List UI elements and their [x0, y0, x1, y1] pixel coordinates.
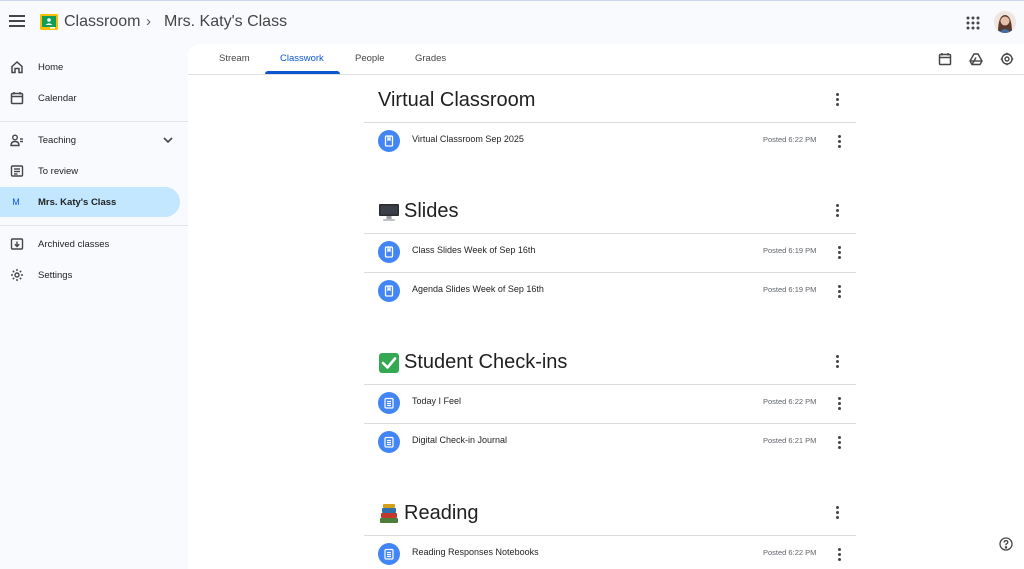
sidebar: Home Calendar Teaching To review M Mrs. … — [0, 44, 188, 569]
material-icon — [378, 280, 400, 302]
sidebar-item-archived-classes[interactable]: Archived classes — [0, 229, 180, 259]
item-title: Agenda Slides Week of Sep 16th — [412, 284, 544, 294]
item-title: Reading Responses Notebooks — [412, 547, 539, 557]
chevron-down-icon[interactable] — [162, 134, 174, 146]
item-title: Class Slides Week of Sep 16th — [412, 245, 536, 255]
main-menu-icon[interactable] — [8, 12, 26, 30]
material-icon — [378, 241, 400, 263]
class-settings-gear-icon[interactable] — [1000, 52, 1014, 66]
class-letter-icon: M — [12, 197, 20, 207]
topic-more-options-icon[interactable] — [834, 354, 840, 368]
sidebar-item-mrs-katys-class[interactable]: M Mrs. Katy's Class — [0, 187, 180, 217]
sidebar-item-home[interactable]: Home — [0, 52, 180, 82]
sidebar-divider — [0, 121, 188, 122]
classroom-logo-icon[interactable] — [40, 14, 58, 30]
topic-title-text: Reading — [404, 502, 479, 524]
breadcrumb-chevron-icon: › — [146, 13, 151, 30]
google-apps-icon[interactable] — [966, 16, 980, 30]
to-review-icon — [10, 165, 24, 177]
class-title[interactable]: Mrs. Katy's Class — [164, 13, 287, 31]
topic-title-text: Student Check-ins — [404, 351, 568, 373]
item-posted-time: Posted 6:19 PM — [763, 246, 817, 255]
teaching-icon — [10, 134, 23, 147]
item-posted-time: Posted 6:19 PM — [763, 285, 817, 294]
sidebar-item-label: Archived classes — [38, 238, 110, 250]
drive-folder-icon[interactable] — [969, 52, 983, 66]
sidebar-item-to-review[interactable]: To review — [0, 156, 180, 186]
item-title: Digital Check-in Journal — [412, 435, 508, 445]
topic-more-options-icon[interactable] — [834, 203, 840, 217]
topic-title-text: Slides — [404, 200, 459, 222]
tab-grades[interactable]: Grades — [415, 53, 446, 64]
topic-more-options-icon[interactable] — [834, 92, 840, 106]
item-posted-time: Posted 6:22 PM — [763, 548, 817, 557]
item-more-options-icon[interactable] — [836, 435, 842, 449]
sidebar-item-label: Mrs. Katy's Class — [38, 196, 117, 208]
tab-classwork[interactable]: Classwork — [280, 53, 324, 64]
calendar-icon — [10, 92, 24, 105]
assignment-icon — [378, 431, 400, 453]
item-title: Today I Feel — [412, 396, 462, 406]
sidebar-item-label: Teaching — [38, 134, 77, 146]
topic-title[interactable]: Student Check-ins — [378, 351, 567, 374]
list-item[interactable]: Reading Responses Notebooks Posted 6:22 … — [364, 535, 856, 569]
home-icon — [11, 60, 23, 74]
calendar-icon[interactable] — [938, 52, 952, 66]
app-title[interactable]: Classroom — [64, 13, 140, 31]
topic-title[interactable]: Reading — [378, 502, 479, 525]
assignment-icon — [378, 543, 400, 565]
sidebar-item-label: Settings — [38, 269, 73, 281]
check-mark-button-icon — [379, 352, 399, 373]
active-tab-indicator — [265, 71, 340, 74]
gear-icon — [11, 269, 23, 281]
sidebar-item-label: Home — [38, 61, 64, 73]
sidebar-item-calendar[interactable]: Calendar — [0, 83, 180, 113]
item-more-options-icon[interactable] — [836, 547, 842, 561]
topic-more-options-icon[interactable] — [834, 505, 840, 519]
tab-bar: Stream Classwork People Grades — [188, 44, 1024, 75]
sidebar-item-settings[interactable]: Settings — [0, 260, 180, 290]
main-content: Stream Classwork People Grades Virtual C… — [188, 44, 1024, 569]
list-item[interactable]: Class Slides Week of Sep 16th Posted 6:1… — [364, 233, 856, 271]
list-item[interactable]: Today I Feel Posted 6:22 PM — [364, 384, 856, 422]
list-item[interactable]: Digital Check-in Journal Posted 6:21 PM — [364, 423, 856, 461]
books-icon — [380, 503, 398, 523]
item-title: Virtual Classroom Sep 2025 — [412, 134, 524, 144]
help-icon[interactable] — [999, 537, 1013, 551]
sidebar-item-teaching[interactable]: Teaching — [0, 125, 180, 155]
item-more-options-icon[interactable] — [836, 245, 842, 259]
sidebar-divider — [0, 225, 188, 226]
material-icon — [378, 130, 400, 152]
item-posted-time: Posted 6:21 PM — [763, 436, 817, 445]
item-posted-time: Posted 6:22 PM — [763, 397, 817, 406]
list-item[interactable]: Agenda Slides Week of Sep 16th Posted 6:… — [364, 272, 856, 310]
item-more-options-icon[interactable] — [836, 284, 842, 298]
sidebar-item-label: To review — [38, 165, 79, 177]
topic-title-text: Virtual Classroom — [378, 89, 536, 111]
tab-people[interactable]: People — [355, 53, 385, 64]
archive-icon — [10, 238, 24, 250]
sidebar-item-label: Calendar — [38, 92, 77, 104]
item-more-options-icon[interactable] — [836, 396, 842, 410]
topic-title[interactable]: Virtual Classroom — [378, 89, 535, 112]
item-more-options-icon[interactable] — [836, 134, 842, 148]
topic-title[interactable]: Slides — [378, 200, 458, 223]
tab-stream[interactable]: Stream — [219, 53, 250, 64]
avatar[interactable] — [994, 11, 1016, 33]
list-item[interactable]: Virtual Classroom Sep 2025 Posted 6:22 P… — [364, 122, 856, 160]
desktop-computer-icon — [379, 203, 399, 221]
top-app-bar: Classroom › Mrs. Katy's Class — [0, 0, 1024, 44]
assignment-icon — [378, 392, 400, 414]
item-posted-time: Posted 6:22 PM — [763, 135, 817, 144]
